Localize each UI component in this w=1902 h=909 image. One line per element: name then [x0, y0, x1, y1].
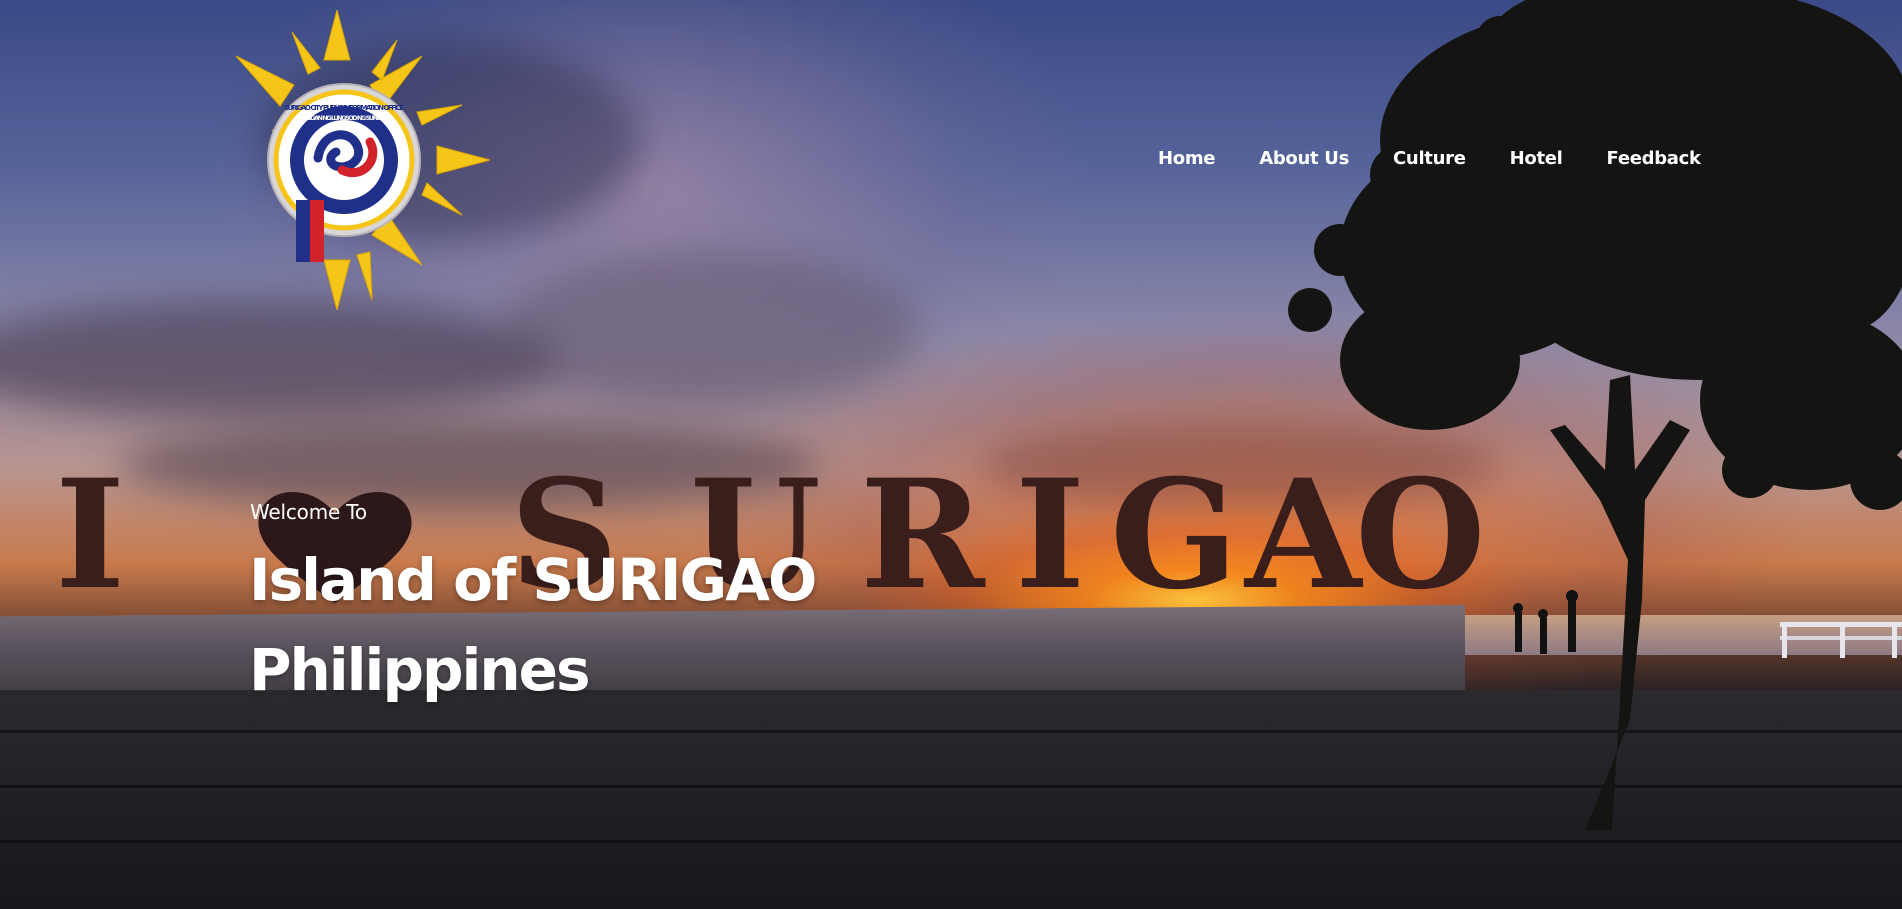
sign-letter: I: [55, 447, 126, 623]
city-seal-logo: SURIGAO CITY PUBLIC INFORMATION OFFICE S…: [235, 10, 490, 310]
hero-title-line-2: Philippines: [249, 636, 591, 704]
logo-bottom-text: PILIPINAS: [325, 204, 364, 212]
cloud: [0, 300, 560, 420]
nav-feedback[interactable]: Feedback: [1607, 148, 1701, 169]
tree-silhouette: [1288, 0, 1902, 830]
sign-letter: G: [1110, 447, 1239, 623]
nav-home[interactable]: Home: [1158, 148, 1216, 169]
hero-title-line-1: Island of SURIGAO: [249, 546, 817, 614]
logo-ring-text: SIGSIGAN NG LUNGSOD NG SURIGAO: [298, 114, 390, 122]
sign-letter: R: [860, 447, 985, 623]
nav-about-us[interactable]: About Us: [1259, 148, 1349, 169]
cloud: [500, 250, 920, 410]
hero-title: Island of SURIGAO Philippines: [249, 535, 817, 715]
sign-letter: I: [1015, 447, 1086, 623]
main-nav: Home About Us Culture Hotel Feedback: [1158, 148, 1701, 169]
nav-hotel[interactable]: Hotel: [1510, 148, 1563, 169]
logo-arc-text: SURIGAO CITY PUBLIC INFORMATION OFFICE: [284, 104, 404, 112]
welcome-text: Welcome To: [250, 500, 367, 524]
nav-culture[interactable]: Culture: [1393, 148, 1466, 169]
